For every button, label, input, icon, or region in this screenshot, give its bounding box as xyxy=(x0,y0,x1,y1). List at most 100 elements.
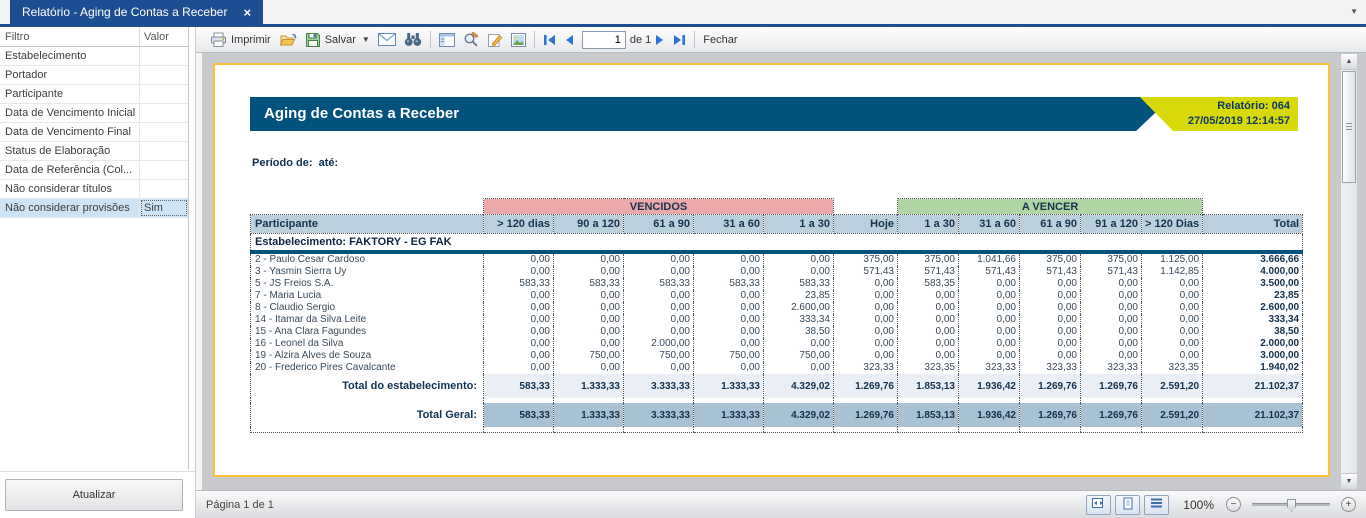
filter-row-nao-considerar-titulos[interactable]: Não considerar títulos xyxy=(0,180,188,199)
end-cell xyxy=(1020,427,1081,432)
filter-row-estabelecimento[interactable]: Estabelecimento xyxy=(0,47,188,66)
open-button[interactable] xyxy=(275,30,301,50)
refresh-button[interactable]: Atualizar xyxy=(5,479,183,511)
column-header: 91 a 120 xyxy=(1081,215,1142,234)
value-cell: 0,00 xyxy=(898,338,959,350)
email-button[interactable] xyxy=(374,31,400,48)
value-cell: 1.125,00 xyxy=(1142,252,1203,266)
last-page-button[interactable] xyxy=(669,32,690,48)
value-cell: 583,33 xyxy=(484,278,554,290)
scrollbar-thumb[interactable] xyxy=(1342,71,1356,183)
zoom-out-icon[interactable]: − xyxy=(1226,497,1241,512)
filter-row-portador[interactable]: Portador xyxy=(0,66,188,85)
value-cell: 0,00 xyxy=(554,326,624,338)
grand-total-cell: 4.329,02 xyxy=(764,403,834,427)
value-cell: 323,33 xyxy=(959,362,1020,374)
zoom-slider[interactable] xyxy=(1252,503,1330,506)
table-row: 16 - Leonel da Silva0,000,002.000,000,00… xyxy=(251,338,1303,350)
zoom-slider-thumb[interactable] xyxy=(1287,499,1296,512)
filter-row-participante[interactable]: Participante xyxy=(0,85,188,104)
save-button[interactable]: Salvar ▼ xyxy=(301,30,374,50)
tab-close-icon[interactable]: × xyxy=(243,6,251,19)
report-viewer-panel: Imprimir Salvar ▼ xyxy=(196,27,1366,518)
previous-page-button[interactable] xyxy=(560,32,578,48)
zoom-in-icon[interactable]: + xyxy=(1341,497,1356,512)
filter-label: Não considerar títulos xyxy=(0,180,140,198)
save-label: Salvar xyxy=(325,34,356,46)
participant-cell: 3 - Yasmin Sierra Uy xyxy=(251,266,484,278)
establishment-total-cell: 3.333,33 xyxy=(624,374,694,398)
filter-value[interactable] xyxy=(140,66,188,84)
filter-row-data-referencia[interactable]: Data de Referência (Col... xyxy=(0,161,188,180)
previous-page-icon xyxy=(564,34,574,46)
first-page-button[interactable] xyxy=(539,32,560,48)
filter-row-nao-considerar-provisoes[interactable]: Não considerar provisões Sim xyxy=(0,199,188,218)
search-settings-button[interactable] xyxy=(459,30,483,50)
column-header: > 120 dias xyxy=(484,215,554,234)
column-header: 90 a 120 xyxy=(554,215,624,234)
filter-value[interactable] xyxy=(140,123,188,141)
end-cell xyxy=(898,427,959,432)
value-cell: 0,00 xyxy=(898,314,959,326)
tab-report[interactable]: Relatório - Aging de Contas a Receber × xyxy=(10,0,263,24)
document-map-button[interactable] xyxy=(435,31,459,49)
close-label: Fechar xyxy=(703,34,737,46)
watermark-button[interactable] xyxy=(507,31,530,49)
value-column-header: Valor xyxy=(140,31,188,43)
page-number-input[interactable] xyxy=(582,31,626,49)
value-cell: 0,00 xyxy=(764,362,834,374)
end-cell xyxy=(554,427,624,432)
value-cell: 571,43 xyxy=(834,266,898,278)
scroll-down-icon[interactable]: ▼ xyxy=(1341,473,1357,489)
continuous-view-button[interactable] xyxy=(1144,495,1169,515)
value-cell: 0,00 xyxy=(484,266,554,278)
last-page-icon xyxy=(673,34,686,46)
find-button[interactable] xyxy=(400,30,426,49)
filter-value[interactable] xyxy=(140,161,188,179)
filter-value[interactable] xyxy=(140,104,188,122)
app-window: Relatório - Aging de Contas a Receber × … xyxy=(0,0,1366,518)
value-cell: 0,00 xyxy=(1142,350,1203,362)
value-cell: 0,00 xyxy=(1142,302,1203,314)
end-cell xyxy=(1081,427,1142,432)
print-layout-button[interactable] xyxy=(1086,495,1111,515)
value-cell: 2.600,00 xyxy=(1203,302,1303,314)
value-cell: 3.500,00 xyxy=(1203,278,1303,290)
filter-value[interactable] xyxy=(140,85,188,103)
email-icon xyxy=(378,33,396,46)
grand-total-cell: 1.269,76 xyxy=(1081,403,1142,427)
filter-value[interactable] xyxy=(140,180,188,198)
value-cell: 0,00 xyxy=(554,362,624,374)
vertical-scrollbar[interactable]: ▲ ▼ xyxy=(1340,53,1358,490)
value-cell: 0,00 xyxy=(834,314,898,326)
next-page-icon xyxy=(655,34,665,46)
filter-row-data-vencimento-final[interactable]: Data de Vencimento Final xyxy=(0,123,188,142)
value-cell: 0,00 xyxy=(484,290,554,302)
close-viewer-button[interactable]: Fechar xyxy=(699,32,741,48)
edit-page-button[interactable] xyxy=(483,30,507,50)
report-title-banner: Aging de Contas a Receber xyxy=(250,97,1172,131)
print-button[interactable]: Imprimir xyxy=(206,30,275,50)
grand-total-label: Total Geral: xyxy=(251,403,484,427)
value-cell: 0,00 xyxy=(834,338,898,350)
value-cell: 0,00 xyxy=(764,338,834,350)
single-page-button[interactable] xyxy=(1115,495,1140,515)
value-cell: 0,00 xyxy=(1081,350,1142,362)
watermark-icon xyxy=(511,33,526,47)
filter-value[interactable] xyxy=(140,47,188,65)
filter-row-status-elaboracao[interactable]: Status de Elaboração xyxy=(0,142,188,161)
filter-value[interactable] xyxy=(140,142,188,160)
filter-row-data-vencimento-inicial[interactable]: Data de Vencimento Inicial xyxy=(0,104,188,123)
viewer-toolbar: Imprimir Salvar ▼ xyxy=(196,27,1366,53)
save-dropdown-icon[interactable]: ▼ xyxy=(362,35,370,44)
period-label: Período de: até: xyxy=(252,157,338,169)
value-cell: 0,00 xyxy=(959,326,1020,338)
tab-list-dropdown-icon[interactable]: ▼ xyxy=(1350,7,1358,16)
value-cell: 0,00 xyxy=(764,252,834,266)
value-cell: 0,00 xyxy=(484,302,554,314)
scroll-up-icon[interactable]: ▲ xyxy=(1341,54,1357,70)
filter-value-sim[interactable]: Sim xyxy=(140,199,188,217)
filter-label: Status de Elaboração xyxy=(0,142,140,160)
value-cell: 0,00 xyxy=(624,326,694,338)
next-page-button[interactable] xyxy=(651,32,669,48)
